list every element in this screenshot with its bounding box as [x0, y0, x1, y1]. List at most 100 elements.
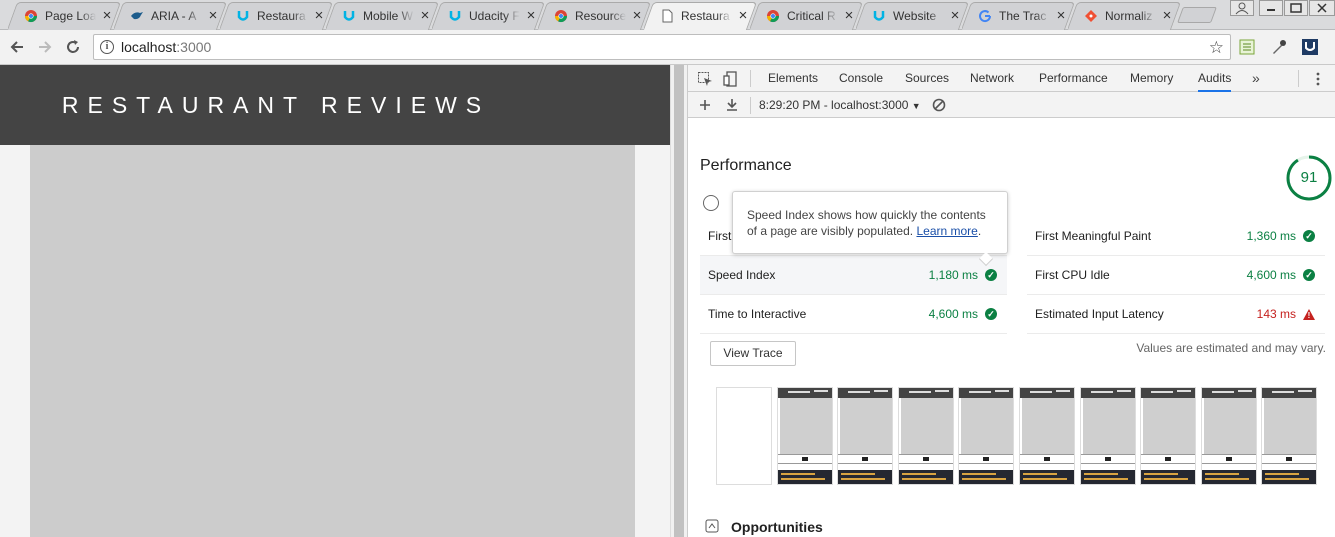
new-tab-button[interactable]: [1177, 7, 1217, 23]
filmstrip-frame: [776, 387, 833, 485]
page-viewport: RESTAURANT REVIEWS: [0, 65, 670, 537]
tab-title: Udacity F: [469, 9, 520, 23]
close-tab-icon[interactable]: ×: [842, 8, 856, 23]
close-tab-icon[interactable]: ×: [1054, 8, 1068, 23]
browser-tab[interactable]: Mobile W ×: [326, 2, 438, 30]
back-button[interactable]: [6, 36, 28, 58]
minimize-button[interactable]: [1259, 0, 1283, 16]
tab-title: Critical R: [787, 9, 836, 23]
inspect-element-icon[interactable]: [697, 71, 713, 87]
filmstrip-frame: [1261, 387, 1318, 485]
metric-value: 4,600 ms: [928, 307, 978, 321]
scrollbar-thumb[interactable]: [674, 65, 684, 537]
metric-row: Estimated Input Latency 143 ms!: [1027, 295, 1325, 334]
devtools-tab-audits[interactable]: Audits: [1198, 65, 1232, 92]
close-tab-icon[interactable]: ×: [948, 8, 962, 23]
spreadsheet-extension-icon[interactable]: [1238, 38, 1256, 56]
pass-check-icon: ✓: [985, 308, 997, 320]
close-tab-icon[interactable]: ×: [418, 8, 432, 23]
metric-label: Speed Index: [708, 268, 776, 282]
close-tab-icon[interactable]: ×: [1160, 8, 1174, 23]
tab-title: Website: [893, 9, 937, 23]
metric-row: Speed Index 1,180 ms ✓: [700, 256, 1007, 295]
udacity-icon: [448, 9, 462, 23]
map-placeholder[interactable]: [30, 145, 635, 537]
tooltip-end: .: [977, 224, 982, 238]
tab-title: Page Loa: [45, 9, 96, 23]
browser-tab[interactable]: ARIA - A ×: [114, 2, 226, 30]
browser-tab[interactable]: Normaliz ×: [1068, 2, 1180, 30]
clear-icon[interactable]: [931, 97, 947, 113]
pass-check-icon: ✓: [985, 269, 997, 281]
devtools-tab-elements[interactable]: Elements: [768, 65, 818, 92]
forward-button[interactable]: [34, 36, 56, 58]
pass-check-icon: ✓: [1303, 269, 1315, 281]
more-tabs-button[interactable]: »: [1252, 65, 1260, 91]
page-scrollbar[interactable]: [670, 65, 687, 537]
maximize-button[interactable]: [1284, 0, 1308, 16]
browser-tab[interactable]: Critical R ×: [750, 2, 862, 30]
audit-report: Performance 91 First Speed Index 1,180 ms ✓…: [688, 119, 1335, 537]
close-tab-icon[interactable]: ×: [100, 8, 114, 23]
device-toolbar-icon[interactable]: [723, 71, 739, 87]
tab-title: ARIA - A: [151, 9, 197, 23]
tab-title: Resource: [575, 9, 626, 23]
filmstrip-frame: [837, 387, 894, 485]
browser-tab[interactable]: Restaura ×: [644, 2, 756, 30]
devtools-separator: [1298, 70, 1299, 87]
browser-tab[interactable]: The Trac ×: [962, 2, 1074, 30]
browser-tab[interactable]: Udacity F ×: [432, 2, 544, 30]
learn-more-link[interactable]: Learn more: [916, 224, 977, 238]
udacity-extension-icon[interactable]: [1301, 38, 1319, 56]
site-info-icon[interactable]: i: [100, 40, 114, 54]
close-tab-icon[interactable]: ×: [524, 8, 538, 23]
devtools-tab-network[interactable]: Network: [970, 65, 1014, 92]
estimate-note: Values are estimated and may vary.: [1136, 341, 1326, 355]
metric-row: Time to Interactive 4,600 ms ✓: [700, 295, 1007, 334]
devtools-tab-performance[interactable]: Performance: [1039, 65, 1108, 92]
udacity-icon: [872, 9, 886, 23]
devtools-panel: Elements Console Sources Network Performance…: [687, 65, 1335, 537]
eyedropper-extension-icon[interactable]: [1270, 38, 1288, 56]
kebab-menu-icon[interactable]: [1310, 71, 1326, 87]
devtools-tab-memory[interactable]: Memory: [1130, 65, 1173, 92]
browser-tab-strip: Page Loa × ARIA - A × Restaura × Mobile W × Udac…: [0, 0, 1335, 30]
devtools-tab-console[interactable]: Console: [839, 65, 883, 92]
page-icon: [660, 9, 674, 23]
metric-row: First CPU Idle 4,600 ms ✓: [1027, 256, 1325, 295]
browser-tab[interactable]: Resource ×: [538, 2, 650, 30]
tab-title: Restaura: [257, 9, 306, 23]
bird-icon: [130, 9, 144, 23]
dropdown-caret-icon: ▼: [911, 101, 921, 111]
close-tab-icon[interactable]: ×: [736, 8, 750, 23]
devtools-tab-sources[interactable]: Sources: [905, 65, 949, 92]
close-window-button[interactable]: [1309, 0, 1335, 16]
close-tab-icon[interactable]: ×: [206, 8, 220, 23]
browser-tab[interactable]: Restaura ×: [220, 2, 332, 30]
metric-value: 1,360 ms: [1246, 229, 1296, 243]
metric-label: First Meaningful Paint: [1035, 229, 1152, 243]
udacity-icon: [236, 9, 250, 23]
close-tab-icon[interactable]: ×: [630, 8, 644, 23]
plus-icon[interactable]: [697, 97, 713, 113]
warning-triangle-icon: !: [1303, 308, 1315, 320]
download-icon[interactable]: [724, 97, 740, 113]
filmstrip: [716, 387, 1321, 487]
performance-score-value: 91: [1300, 169, 1318, 186]
address-bar[interactable]: i localhost:3000 ☆: [93, 34, 1231, 60]
browser-tab[interactable]: Website ×: [856, 2, 968, 30]
view-trace-button[interactable]: View Trace: [710, 341, 796, 366]
browser-tab[interactable]: Page Loa ×: [8, 2, 120, 30]
tab-title: The Trac: [999, 9, 1047, 23]
profile-button[interactable]: [1230, 0, 1254, 16]
site-header: RESTAURANT REVIEWS: [0, 65, 670, 145]
metric-label: First CPU Idle: [1035, 268, 1110, 282]
audit-report-selector[interactable]: 8:29:20 PM - localhost:3000 ▼: [759, 92, 921, 119]
close-tab-icon[interactable]: ×: [312, 8, 326, 23]
site-title[interactable]: RESTAURANT REVIEWS: [62, 92, 598, 119]
filmstrip-frame: [1200, 387, 1257, 485]
devtools-separator: [750, 70, 751, 87]
reload-button[interactable]: [62, 36, 84, 58]
bookmark-star-icon[interactable]: ☆: [1209, 38, 1224, 58]
metric-value: 143 ms: [1256, 307, 1296, 321]
